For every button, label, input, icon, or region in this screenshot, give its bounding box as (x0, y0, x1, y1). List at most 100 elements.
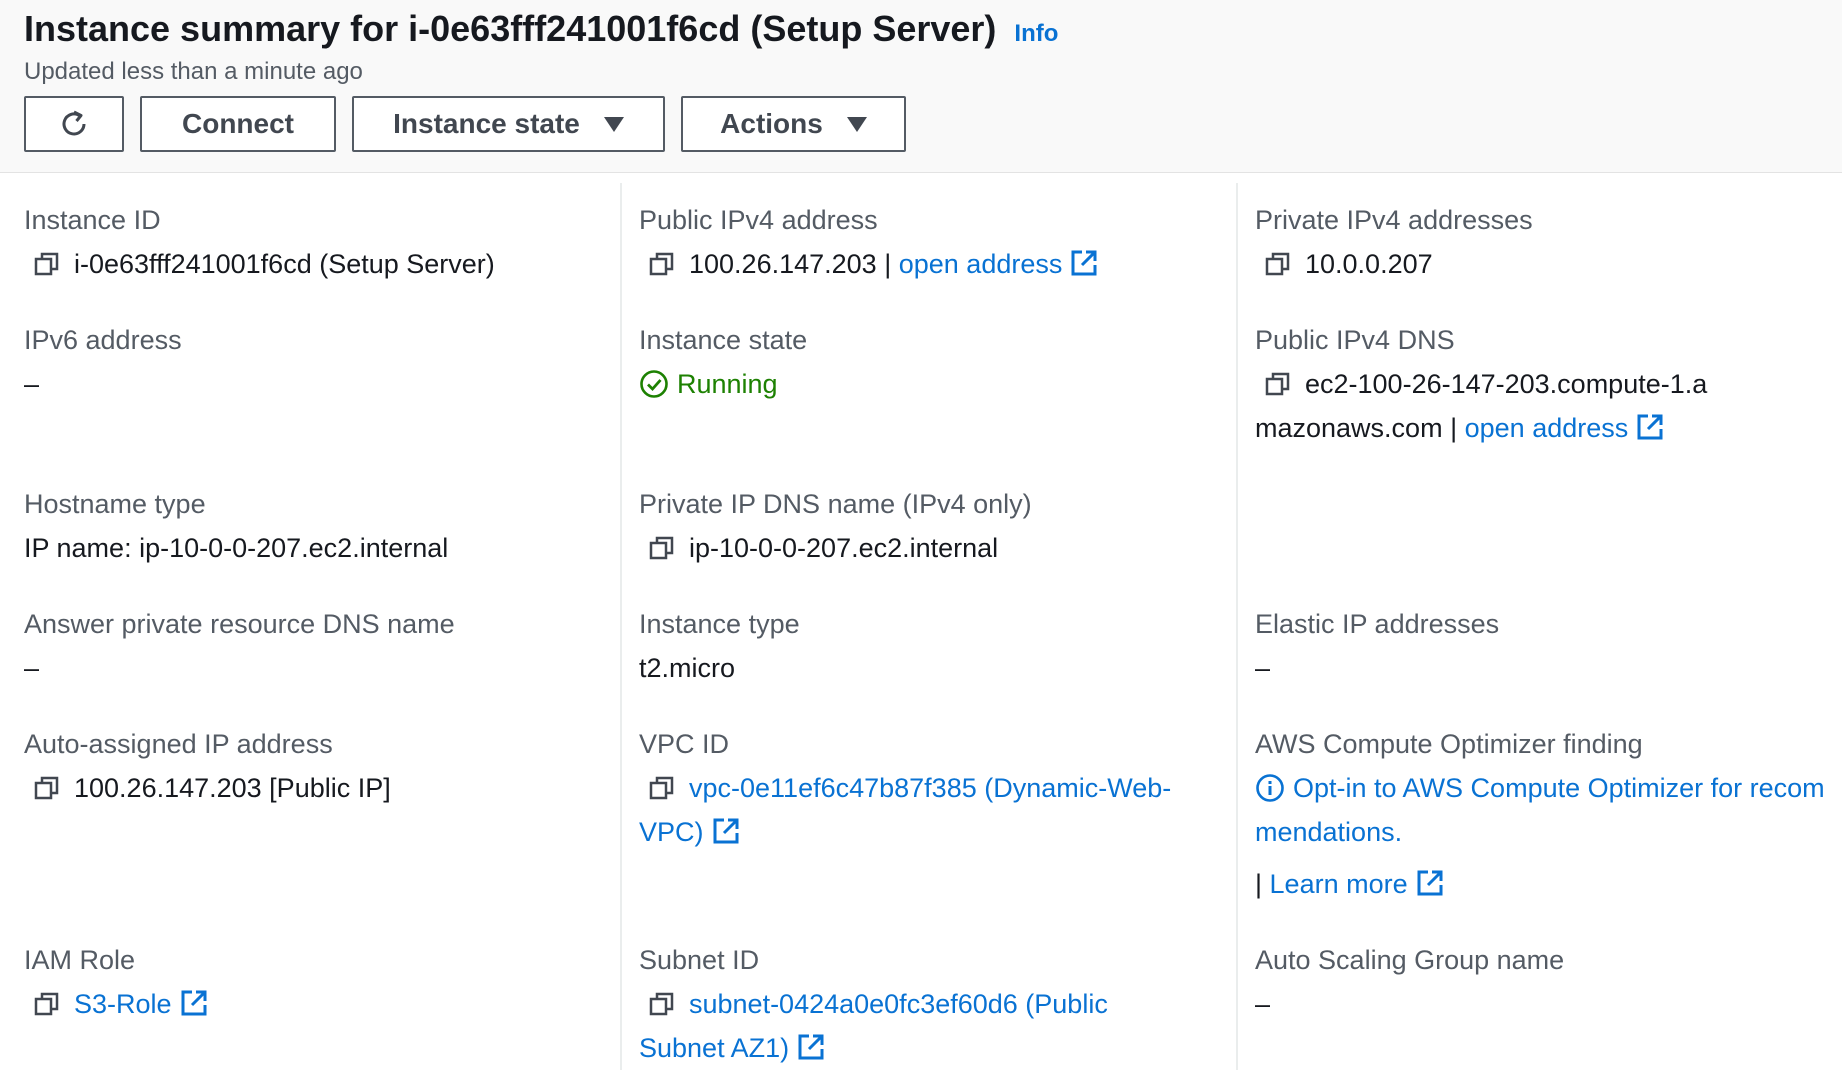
field-label: Answer private resource DNS name (24, 609, 455, 639)
column-divider (620, 183, 622, 1070)
field-label: VPC ID (639, 729, 730, 759)
separator: | (1255, 869, 1263, 899)
field-label: Instance ID (24, 205, 161, 235)
info-circle-icon (1256, 774, 1284, 802)
field-value: subnet-0424a0e0fc3ef60d6 (Public Subnet … (639, 982, 1199, 1070)
field-label: Private IPv4 addresses (1255, 205, 1533, 235)
iam-role-link[interactable]: S3-Role (74, 989, 172, 1019)
separator: | (884, 249, 892, 279)
external-link-icon[interactable] (797, 1033, 825, 1061)
field-value: 10.0.0.207 (1255, 242, 1533, 286)
copy-icon[interactable] (649, 535, 675, 561)
connect-button[interactable]: Connect (140, 96, 336, 152)
field-label: Hostname type (24, 489, 206, 519)
external-link-icon[interactable] (1416, 869, 1444, 897)
field-instance-type: Instance type t2.micro (639, 606, 800, 690)
connect-button-label: Connect (182, 108, 294, 139)
field-label: Subnet ID (639, 945, 760, 975)
field-value: vpc-0e11ef6c47b87f385 (Dynamic-Web-VPC) (639, 766, 1224, 854)
field-label: Elastic IP addresses (1255, 609, 1500, 639)
field-label: Auto Scaling Group name (1255, 945, 1565, 975)
field-label: Private IP DNS name (IPv4 only) (639, 489, 1032, 519)
refresh-button[interactable] (24, 96, 124, 152)
field-label: Instance state (639, 325, 808, 355)
actions-dropdown[interactable]: Actions (681, 96, 906, 152)
field-value: 100.26.147.203 [Public IP] (24, 766, 391, 810)
field-vpc-id: VPC ID vpc-0e11ef6c47b87f385 (Dynamic-We… (639, 726, 1224, 854)
field-label: Public IPv4 DNS (1255, 325, 1455, 355)
field-private-dns: Private IP DNS name (IPv4 only) ip-10-0-… (639, 486, 1032, 570)
field-value: Opt-in to AWS Compute Optimizer for reco… (1255, 766, 1835, 854)
learn-more-link[interactable]: Learn more (1270, 869, 1408, 899)
optimizer-opt-in-link[interactable]: Opt-in to AWS Compute Optimizer for reco… (1255, 773, 1825, 847)
external-link-icon[interactable] (1636, 413, 1664, 441)
instance-id-value: i-0e63fff241001f6cd (Setup Server) (74, 249, 495, 279)
column-divider (1236, 183, 1238, 1070)
refresh-icon (62, 110, 86, 136)
actions-label: Actions (720, 108, 823, 139)
field-value: S3-Role (24, 982, 208, 1026)
field-public-ipv4: Public IPv4 address 100.26.147.203 | ope… (639, 202, 1098, 286)
instance-type-value: t2.micro (639, 653, 736, 683)
copy-icon[interactable] (649, 251, 675, 277)
hostname-type-value: IP name: ip-10-0-0-207.ec2.internal (24, 533, 449, 563)
field-asg-name: Auto Scaling Group name – (1255, 942, 1564, 1026)
field-label: Instance type (639, 609, 800, 639)
private-ipv4-value: 10.0.0.207 (1305, 249, 1433, 279)
field-instance-id: Instance ID i-0e63fff241001f6cd (Setup S… (24, 202, 495, 286)
copy-icon[interactable] (649, 991, 675, 1017)
field-label: Public IPv4 address (639, 205, 878, 235)
field-label: IAM Role (24, 945, 136, 975)
separator: | (1450, 413, 1458, 443)
field-value: | Learn more (1255, 862, 1835, 906)
subnet-id-link[interactable]: subnet-0424a0e0fc3ef60d6 (Public Subnet … (639, 989, 1108, 1063)
instance-state-label: Instance state (393, 108, 580, 139)
external-link-icon[interactable] (712, 817, 740, 845)
open-address-link[interactable]: open address (1465, 413, 1629, 443)
caret-down-icon (846, 116, 867, 132)
field-value: ip-10-0-0-207.ec2.internal (639, 526, 1032, 570)
field-label: Auto-assigned IP address (24, 729, 333, 759)
external-link-icon[interactable] (180, 989, 208, 1017)
copy-icon[interactable] (1265, 251, 1291, 277)
last-updated-text: Updated less than a minute ago (24, 58, 363, 85)
field-hostname-type: Hostname type IP name: ip-10-0-0-207.ec2… (24, 486, 448, 570)
copy-icon[interactable] (34, 251, 60, 277)
asg-name-value: – (1255, 989, 1271, 1019)
open-address-link[interactable]: open address (899, 249, 1063, 279)
page-title: Instance summary for i-0e63fff241001f6cd… (24, 8, 997, 49)
field-iam-role: IAM Role S3-Role (24, 942, 208, 1026)
private-dns-value: ip-10-0-0-207.ec2.internal (689, 533, 999, 563)
field-private-ipv4: Private IPv4 addresses 10.0.0.207 (1255, 202, 1533, 286)
copy-icon[interactable] (34, 775, 60, 801)
copy-icon[interactable] (34, 991, 60, 1017)
field-value: Running (639, 362, 807, 406)
field-subnet-id: Subnet ID subnet-0424a0e0fc3ef60d6 (Publ… (639, 942, 1199, 1070)
field-public-dns: Public IPv4 DNS ec2-100-26-147-203.compu… (1255, 322, 1725, 450)
caret-down-icon (603, 116, 624, 132)
copy-icon[interactable] (1265, 371, 1291, 397)
ipv6-value: – (24, 369, 40, 399)
field-ipv6: IPv6 address – (24, 322, 182, 406)
field-label: AWS Compute Optimizer finding (1255, 729, 1643, 759)
answer-dns-value: – (24, 653, 40, 683)
field-value: i-0e63fff241001f6cd (Setup Server) (24, 242, 495, 286)
instance-summary-header: Instance summary for i-0e63fff241001f6cd… (0, 0, 1842, 173)
instance-state-dropdown[interactable]: Instance state (352, 96, 665, 152)
info-link[interactable]: Info (1014, 20, 1058, 48)
external-link-icon[interactable] (1070, 249, 1098, 277)
elastic-ip-value: – (1255, 653, 1271, 683)
field-auto-assigned-ip: Auto-assigned IP address 100.26.147.203 … (24, 726, 391, 810)
field-instance-state: Instance state Running (639, 322, 807, 406)
check-circle-icon (640, 370, 668, 398)
field-label: IPv6 address (24, 325, 182, 355)
field-elastic-ip: Elastic IP addresses – (1255, 606, 1499, 690)
title-row: Instance summary for i-0e63fff241001f6cd… (24, 8, 1058, 50)
copy-icon[interactable] (649, 775, 675, 801)
instance-state-value: Running (677, 369, 778, 399)
field-answer-dns: Answer private resource DNS name – (24, 606, 455, 690)
field-value: 100.26.147.203 | open address (639, 242, 1098, 286)
field-compute-optimizer: AWS Compute Optimizer finding Opt-in to … (1255, 726, 1835, 906)
auto-ip-value: 100.26.147.203 [Public IP] (74, 773, 391, 803)
field-value: ec2-100-26-147-203.compute-1.amazonaws.c… (1255, 362, 1725, 450)
